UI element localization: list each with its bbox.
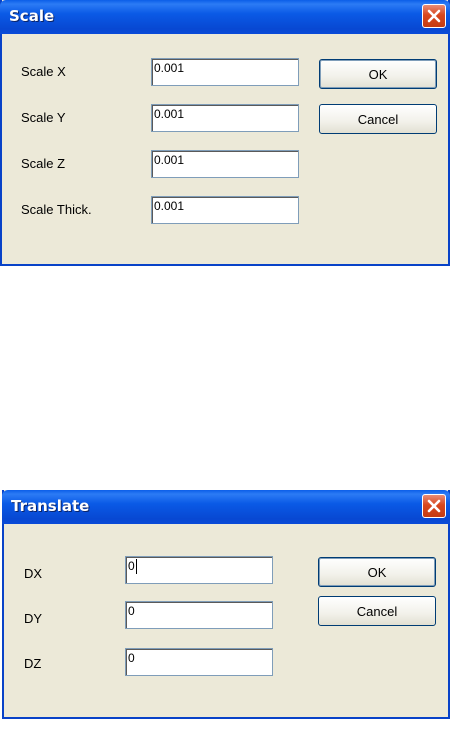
scale-dialog: Scale Scale X 0.001 Scale Y 0.001 Scale …: [0, 0, 450, 266]
scale-y-field[interactable]: 0.001: [151, 104, 299, 132]
translate-ok-button[interactable]: OK: [318, 557, 436, 587]
dz-label: DZ: [24, 656, 42, 671]
scale-dialog-body: Scale X 0.001 Scale Y 0.001 Scale Z 0.00…: [2, 34, 448, 264]
scale-thick-field[interactable]: 0.001: [151, 196, 299, 224]
scale-z-field[interactable]: 0.001: [151, 150, 299, 178]
close-icon: [427, 9, 441, 23]
dy-label: DY: [24, 611, 43, 626]
translate-titlebar[interactable]: Translate: [2, 490, 450, 524]
translate-close-button[interactable]: [422, 494, 446, 518]
scale-ok-button[interactable]: OK: [319, 59, 437, 89]
close-icon: [427, 499, 441, 513]
scale-titlebar[interactable]: Scale: [0, 0, 450, 34]
translate-dialog: Translate DX 0 DY 0 DZ 0 OK Cancel: [2, 490, 450, 719]
scale-z-label: Scale Z: [21, 156, 66, 171]
text-caret: [135, 559, 137, 574]
scale-x-field[interactable]: 0.001: [151, 58, 299, 86]
scale-close-button[interactable]: [422, 4, 446, 28]
translate-dialog-title: Translate: [11, 497, 90, 515]
dx-field-value: 0: [128, 559, 135, 573]
scale-cancel-button[interactable]: Cancel: [319, 104, 437, 134]
scale-dialog-title: Scale: [9, 7, 55, 25]
scale-x-label: Scale X: [21, 64, 66, 79]
dx-field[interactable]: 0: [125, 556, 273, 584]
dz-field[interactable]: 0: [125, 648, 273, 676]
translate-dialog-body: DX 0 DY 0 DZ 0 OK Cancel: [4, 524, 448, 717]
dy-field[interactable]: 0: [125, 601, 273, 629]
scale-thick-label: Scale Thick.: [21, 202, 92, 217]
dx-label: DX: [24, 566, 43, 581]
translate-cancel-button[interactable]: Cancel: [318, 596, 436, 626]
scale-y-label: Scale Y: [21, 110, 66, 125]
